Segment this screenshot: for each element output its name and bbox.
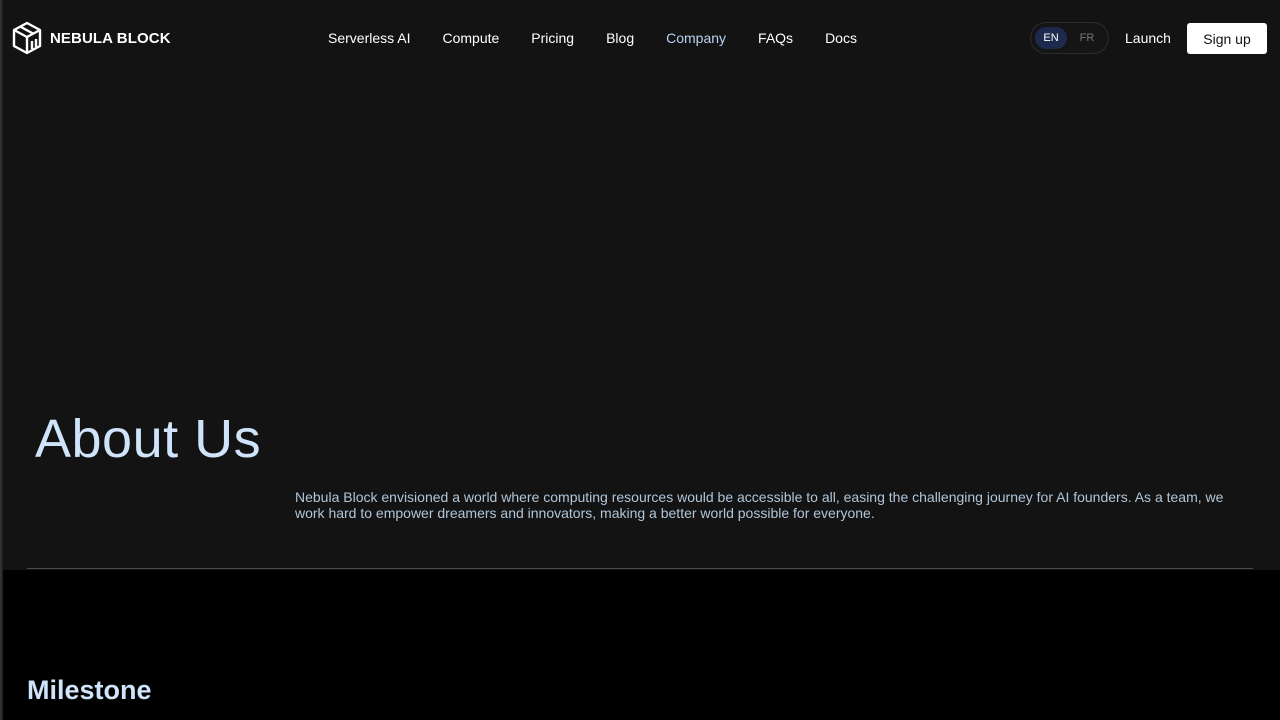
nav-item-docs[interactable]: Docs bbox=[809, 29, 873, 47]
section-divider bbox=[27, 568, 1253, 569]
nav-item-faqs[interactable]: FAQs bbox=[742, 29, 809, 47]
nav-item-pricing[interactable]: Pricing bbox=[515, 29, 590, 47]
cube-logo-icon bbox=[12, 21, 42, 55]
nav-item-blog[interactable]: Blog bbox=[590, 29, 650, 47]
brand-name: NEBULA BLOCK bbox=[50, 29, 171, 47]
language-toggle: EN FR bbox=[1030, 22, 1109, 54]
nav-item-compute[interactable]: Compute bbox=[426, 29, 515, 47]
language-option-en[interactable]: EN bbox=[1035, 27, 1067, 49]
milestone-heading: Milestone bbox=[27, 675, 152, 705]
language-option-fr[interactable]: FR bbox=[1071, 27, 1103, 49]
site-header: NEBULA BLOCK Serverless AI Compute Prici… bbox=[0, 0, 1280, 76]
window-edge bbox=[0, 0, 3, 720]
nav-item-company[interactable]: Company bbox=[650, 29, 742, 47]
page-title: About Us bbox=[35, 409, 262, 469]
main-nav: Serverless AI Compute Pricing Blog Compa… bbox=[312, 29, 873, 47]
signup-button[interactable]: Sign up bbox=[1187, 23, 1267, 54]
brand-logo[interactable]: NEBULA BLOCK bbox=[12, 21, 171, 55]
nav-item-serverless-ai[interactable]: Serverless AI bbox=[312, 29, 426, 47]
launch-link[interactable]: Launch bbox=[1125, 29, 1171, 47]
about-description: Nebula Block envisioned a world where co… bbox=[295, 489, 1224, 521]
hero-background bbox=[0, 0, 1280, 570]
